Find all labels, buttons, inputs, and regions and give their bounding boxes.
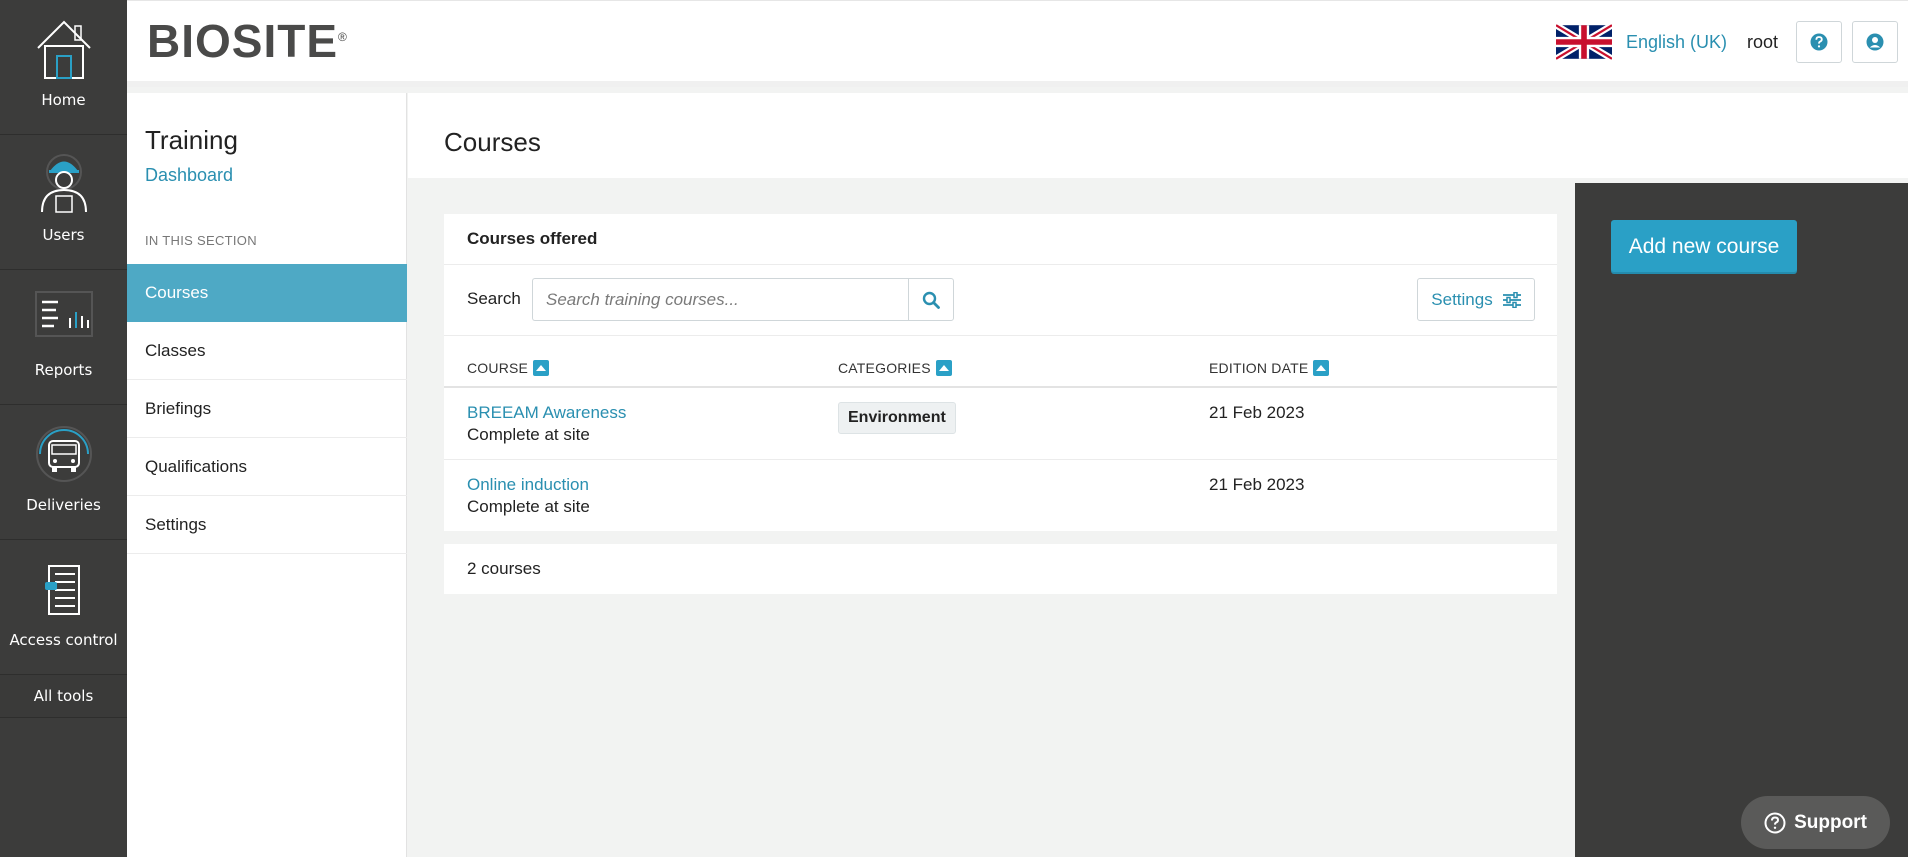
search-icon [922, 291, 940, 309]
settings-button-label: Settings [1431, 289, 1493, 309]
reports-icon [32, 287, 96, 351]
user-circle-icon [1866, 33, 1884, 51]
uk-flag-icon[interactable] [1555, 23, 1612, 61]
rail-label-users: Users [42, 226, 85, 244]
courses-card: Courses offered Search Settings COURSE [444, 214, 1557, 531]
edition-date: 21 Feb 2023 [1209, 475, 1305, 494]
table-row: BREEAM Awareness Complete at site Enviro… [444, 388, 1557, 460]
search-toolbar: Search Settings [444, 265, 1557, 336]
card-title: Courses offered [444, 214, 1557, 265]
rail-item-users[interactable]: Users [0, 135, 127, 270]
registered-mark: ® [338, 30, 348, 44]
help-icon [1764, 812, 1786, 833]
support-label: Support [1794, 811, 1867, 833]
rail-label-deliveries: Deliveries [26, 496, 101, 514]
sort-asc-icon[interactable] [533, 360, 550, 376]
home-icon [32, 17, 96, 81]
rail-item-home[interactable]: Home [0, 0, 127, 135]
section-heading: IN THIS SECTION [145, 233, 257, 248]
turnstile-icon [32, 557, 96, 621]
rail-item-access-control[interactable]: Access control [0, 540, 127, 675]
table-row: Online induction Complete at site 21 Feb… [444, 460, 1557, 531]
category-badge: Environment [838, 402, 956, 434]
worker-icon [32, 152, 96, 216]
column-header-course[interactable]: COURSE [467, 360, 550, 376]
sidebar-item-briefings[interactable]: Briefings [127, 380, 407, 438]
course-link[interactable]: BREEAM Awareness [467, 403, 626, 423]
column-label-edition-date: EDITION DATE [1209, 360, 1309, 376]
username-label: root [1746, 31, 1778, 52]
section-title: Training [145, 125, 238, 155]
support-button[interactable]: Support [1741, 796, 1890, 849]
table-settings-button[interactable]: Settings [1417, 278, 1535, 321]
column-label-categories: CATEGORIES [838, 360, 931, 376]
sidebar-item-qualifications[interactable]: Qualifications [127, 438, 407, 496]
sort-asc-icon[interactable] [1313, 360, 1330, 376]
language-selector[interactable]: English (UK) [1626, 32, 1727, 53]
column-label-course: COURSE [467, 360, 529, 376]
search-button[interactable] [908, 278, 954, 321]
top-header: BIOSITE® English (UK) root [127, 0, 1908, 87]
edition-date: 21 Feb 2023 [1209, 403, 1305, 422]
sidebar-item-courses[interactable]: Courses [127, 264, 407, 322]
sidebar-item-classes[interactable]: Classes [127, 322, 407, 380]
header-actions: English (UK) root [1555, 19, 1908, 65]
search-label: Search [467, 289, 521, 308]
course-subtitle: Complete at site [467, 497, 590, 516]
course-subtitle: Complete at site [467, 425, 590, 444]
rail-item-reports[interactable]: Reports [0, 270, 127, 405]
section-nav-list: Courses Classes Briefings Qualifications… [127, 264, 407, 554]
rail-item-deliveries[interactable]: Deliveries [0, 405, 127, 540]
sort-asc-icon[interactable] [935, 360, 952, 376]
rail-label-access-control: Access control [9, 631, 118, 649]
table-header: COURSE CATEGORIES EDITION DATE [444, 336, 1557, 388]
biosite-logo[interactable]: BIOSITE® [147, 18, 348, 64]
rail-label-home: Home [41, 91, 86, 109]
action-panel: Add new course [1575, 183, 1908, 857]
help-icon [1810, 33, 1828, 51]
rail-label-reports: Reports [34, 361, 93, 379]
course-count: 2 courses [444, 544, 1557, 594]
course-link[interactable]: Online induction [467, 475, 589, 495]
add-new-course-button[interactable]: Add new course [1611, 220, 1797, 274]
all-tools-button[interactable]: All tools [0, 675, 127, 718]
sidebar-item-settings[interactable]: Settings [127, 496, 407, 554]
search-input[interactable] [532, 278, 909, 321]
column-header-edition-date[interactable]: EDITION DATE [1209, 360, 1330, 376]
page-title-bar: Courses [408, 93, 1908, 178]
column-header-categories[interactable]: CATEGORIES [838, 360, 952, 376]
help-button[interactable] [1796, 21, 1842, 63]
page-title: Courses [444, 127, 541, 157]
account-button[interactable] [1852, 21, 1898, 63]
dashboard-link[interactable]: Dashboard [145, 165, 233, 186]
app-rail: Home Users Reports Deliveries Access con… [0, 0, 127, 857]
truck-icon [32, 422, 96, 486]
section-sidebar: Training Dashboard IN THIS SECTION Cours… [127, 93, 407, 857]
sliders-icon [1502, 291, 1521, 308]
logo-text: BIOSITE [147, 15, 339, 67]
